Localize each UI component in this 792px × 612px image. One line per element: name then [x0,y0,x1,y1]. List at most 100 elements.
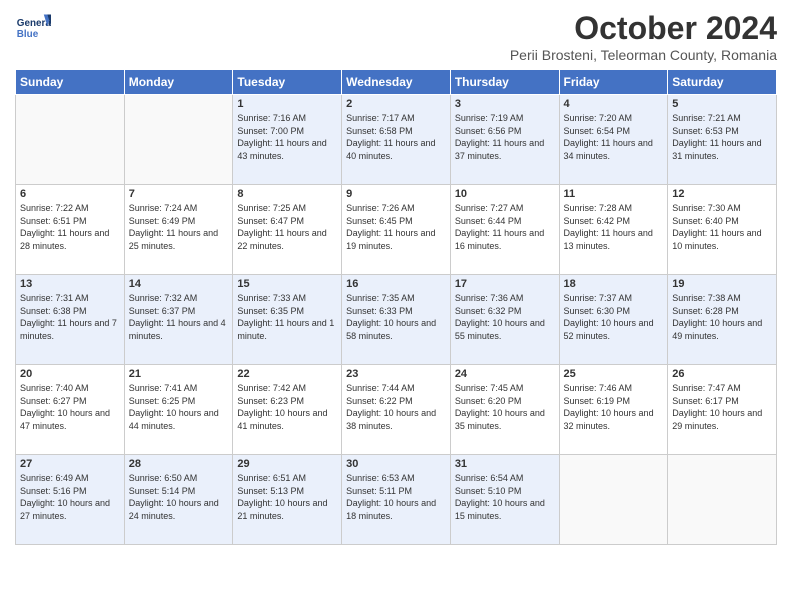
calendar-cell: 8 Sunrise: 7:25 AMSunset: 6:47 PMDaylight… [233,185,342,275]
calendar-cell: 22 Sunrise: 7:42 AMSunset: 6:23 PMDayligh… [233,365,342,455]
day-number: 8 [237,188,337,200]
day-info: Sunrise: 7:20 AMSunset: 6:54 PMDaylight:… [564,112,664,162]
calendar-cell: 24Sunrise: 7:45 AMSunset: 6:20 PMDayligh… [450,365,559,455]
calendar-cell: 18 Sunrise: 7:37 AMSunset: 6:30 PMDayligh… [559,275,668,365]
day-number: 30 [346,458,446,470]
day-info: Sunrise: 7:46 AMSunset: 6:19 PMDaylight:… [564,382,664,432]
day-info: Sunrise: 7:44 AMSunset: 6:22 PMDaylight:… [346,382,446,432]
subtitle: Perii Brosteni, Teleorman County, Romani… [510,47,777,63]
day-number: 3 [455,98,555,110]
day-number: 10 [455,188,555,200]
day-of-week-sunday: Sunday [16,70,125,95]
day-of-week-thursday: Thursday [450,70,559,95]
day-number: 27 [20,458,120,470]
day-info: Sunrise: 7:19 AMSunset: 6:56 PMDaylight:… [455,112,555,162]
day-number: 25 [564,368,664,380]
day-number: 17 [455,278,555,290]
day-number: 16 [346,278,446,290]
calendar-cell: 23 Sunrise: 7:44 AMSunset: 6:22 PMDayligh… [342,365,451,455]
day-number: 23 [346,368,446,380]
day-number: 22 [237,368,337,380]
day-number: 21 [129,368,229,380]
day-info: Sunrise: 7:38 AMSunset: 6:28 PMDaylight:… [672,292,772,342]
header: General Blue October 2024 Perii Brosteni… [15,10,777,63]
calendar-cell: 5 Sunrise: 7:21 AMSunset: 6:53 PMDaylight… [668,95,777,185]
calendar-cell: 15 Sunrise: 7:33 AMSunset: 6:35 PMDayligh… [233,275,342,365]
day-info: Sunrise: 7:37 AMSunset: 6:30 PMDaylight:… [564,292,664,342]
day-number: 13 [20,278,120,290]
day-number: 14 [129,278,229,290]
calendar-cell: 10 Sunrise: 7:27 AMSunset: 6:44 PMDayligh… [450,185,559,275]
calendar-cell: 30Sunrise: 6:53 AMSunset: 5:11 PMDayligh… [342,455,451,545]
day-info: Sunrise: 7:47 AMSunset: 6:17 PMDaylight:… [672,382,772,432]
calendar-cell: 7Sunrise: 7:24 AMSunset: 6:49 PMDaylight… [124,185,233,275]
day-info: Sunrise: 7:30 AMSunset: 6:40 PMDaylight:… [672,202,772,252]
day-of-week-tuesday: Tuesday [233,70,342,95]
calendar-cell [559,455,668,545]
month-title: October 2024 [510,10,777,47]
day-info: Sunrise: 7:32 AMSunset: 6:37 PMDaylight:… [129,292,229,342]
calendar-week-row: 6 Sunrise: 7:22 AMSunset: 6:51 PMDaylight… [16,185,777,275]
day-number: 18 [564,278,664,290]
day-info: Sunrise: 6:51 AMSunset: 5:13 PMDaylight:… [237,472,337,522]
day-of-week-monday: Monday [124,70,233,95]
day-info: Sunrise: 7:25 AMSunset: 6:47 PMDaylight:… [237,202,337,252]
logo: General Blue [15,10,51,46]
calendar-cell: 6 Sunrise: 7:22 AMSunset: 6:51 PMDaylight… [16,185,125,275]
calendar-cell [668,455,777,545]
calendar-header: SundayMondayTuesdayWednesdayThursdayFrid… [16,70,777,95]
day-info: Sunrise: 6:49 AMSunset: 5:16 PMDaylight:… [20,472,120,522]
day-info: Sunrise: 7:27 AMSunset: 6:44 PMDaylight:… [455,202,555,252]
day-number: 26 [672,368,772,380]
day-number: 11 [564,188,664,200]
calendar-cell: 3 Sunrise: 7:19 AMSunset: 6:56 PMDaylight… [450,95,559,185]
logo-icon: General Blue [15,10,51,46]
calendar-cell: 20Sunrise: 7:40 AMSunset: 6:27 PMDayligh… [16,365,125,455]
day-number: 12 [672,188,772,200]
day-number: 7 [129,188,229,200]
calendar-week-row: 20Sunrise: 7:40 AMSunset: 6:27 PMDayligh… [16,365,777,455]
day-info: Sunrise: 7:21 AMSunset: 6:53 PMDaylight:… [672,112,772,162]
day-number: 5 [672,98,772,110]
day-info: Sunrise: 7:42 AMSunset: 6:23 PMDaylight:… [237,382,337,432]
calendar-cell: 19Sunrise: 7:38 AMSunset: 6:28 PMDayligh… [668,275,777,365]
day-number: 6 [20,188,120,200]
calendar-cell: 26 Sunrise: 7:47 AMSunset: 6:17 PMDayligh… [668,365,777,455]
day-number: 28 [129,458,229,470]
day-of-week-saturday: Saturday [668,70,777,95]
calendar-cell: 11Sunrise: 7:28 AMSunset: 6:42 PMDayligh… [559,185,668,275]
calendar-cell: 28 Sunrise: 6:50 AMSunset: 5:14 PMDayligh… [124,455,233,545]
day-info: Sunrise: 6:54 AMSunset: 5:10 PMDaylight:… [455,472,555,522]
title-section: October 2024 Perii Brosteni, Teleorman C… [510,10,777,63]
calendar-cell: 17 Sunrise: 7:36 AMSunset: 6:32 PMDayligh… [450,275,559,365]
calendar-cell: 13 Sunrise: 7:31 AMSunset: 6:38 PMDayligh… [16,275,125,365]
day-info: Sunrise: 7:35 AMSunset: 6:33 PMDaylight:… [346,292,446,342]
day-of-week-wednesday: Wednesday [342,70,451,95]
calendar-week-row: 13 Sunrise: 7:31 AMSunset: 6:38 PMDayligh… [16,275,777,365]
calendar-cell: 9Sunrise: 7:26 AMSunset: 6:45 PMDaylight… [342,185,451,275]
day-number: 2 [346,98,446,110]
calendar-cell [16,95,125,185]
calendar-body: 1 Sunrise: 7:16 AMSunset: 7:00 PMDaylight… [16,95,777,545]
calendar-cell: 29 Sunrise: 6:51 AMSunset: 5:13 PMDayligh… [233,455,342,545]
day-number: 15 [237,278,337,290]
day-number: 1 [237,98,337,110]
day-info: Sunrise: 7:16 AMSunset: 7:00 PMDaylight:… [237,112,337,162]
calendar-cell [124,95,233,185]
day-number: 20 [20,368,120,380]
calendar-week-row: 1 Sunrise: 7:16 AMSunset: 7:00 PMDaylight… [16,95,777,185]
calendar: SundayMondayTuesdayWednesdayThursdayFrid… [15,69,777,545]
day-info: Sunrise: 7:33 AMSunset: 6:35 PMDaylight:… [237,292,337,342]
day-info: Sunrise: 7:17 AMSunset: 6:58 PMDaylight:… [346,112,446,162]
calendar-cell: 21Sunrise: 7:41 AMSunset: 6:25 PMDayligh… [124,365,233,455]
calendar-cell: 12 Sunrise: 7:30 AMSunset: 6:40 PMDayligh… [668,185,777,275]
day-info: Sunrise: 7:36 AMSunset: 6:32 PMDaylight:… [455,292,555,342]
day-info: Sunrise: 6:50 AMSunset: 5:14 PMDaylight:… [129,472,229,522]
page: General Blue October 2024 Perii Brosteni… [0,0,792,555]
calendar-cell: 16 Sunrise: 7:35 AMSunset: 6:33 PMDayligh… [342,275,451,365]
day-number: 29 [237,458,337,470]
day-header-row: SundayMondayTuesdayWednesdayThursdayFrid… [16,70,777,95]
day-info: Sunrise: 7:22 AMSunset: 6:51 PMDaylight:… [20,202,120,252]
day-info: Sunrise: 7:31 AMSunset: 6:38 PMDaylight:… [20,292,120,342]
day-info: Sunrise: 7:26 AMSunset: 6:45 PMDaylight:… [346,202,446,252]
